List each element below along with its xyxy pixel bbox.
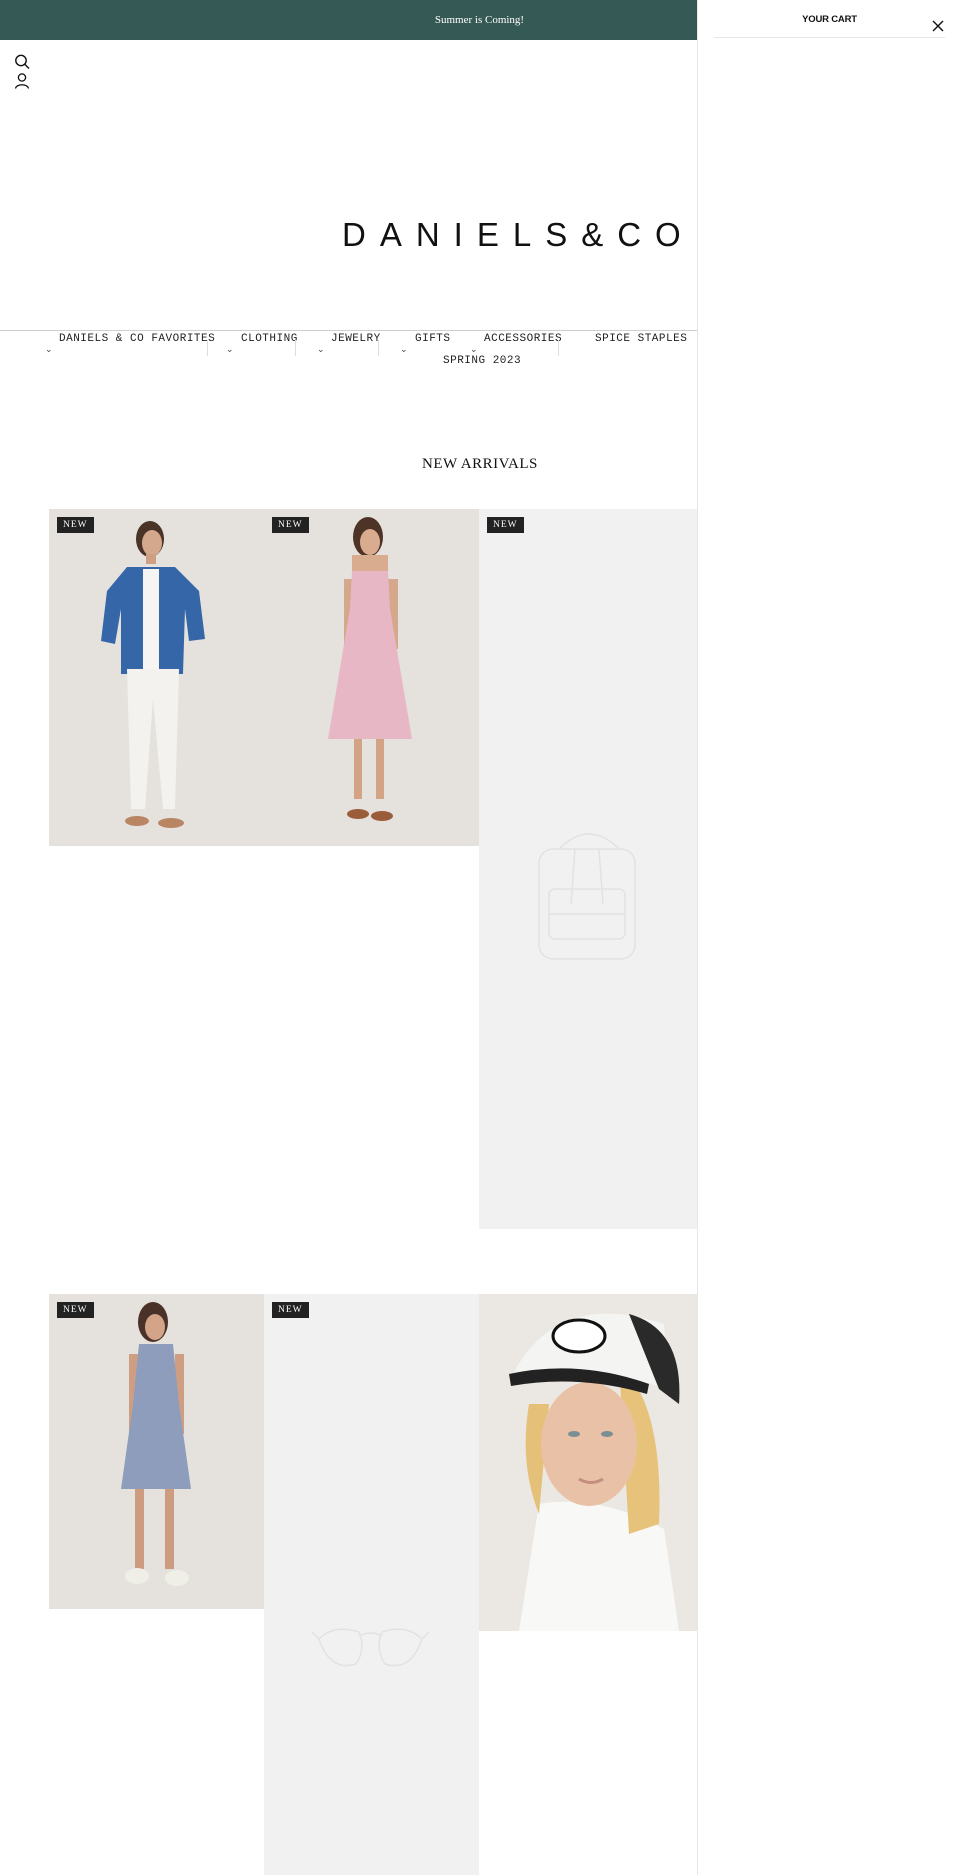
section-title: NEW ARRIVALS: [422, 456, 538, 472]
product-card[interactable]: NEW: [479, 509, 697, 1229]
nav-separator: [558, 340, 559, 356]
nav-item-spring-2023[interactable]: SPRING 2023: [443, 355, 521, 367]
nav-item-gifts[interactable]: GIFTS: [415, 333, 451, 345]
new-badge: NEW: [57, 1302, 94, 1318]
cart-title: YOUR CART: [802, 14, 857, 25]
nav-separator: [378, 340, 379, 356]
new-badge: NEW: [272, 517, 309, 533]
product-card[interactable]: NEW: [49, 1294, 264, 1609]
close-icon[interactable]: [931, 19, 945, 33]
chevron-down-icon[interactable]: ⌄: [45, 345, 53, 355]
account-icon[interactable]: [13, 72, 31, 90]
nav-item-accessories[interactable]: ACCESSORIES: [484, 333, 562, 345]
storefront-page: Summer is Coming! DANIELS&CO DANIELS & C…: [0, 0, 697, 1875]
sunglasses-placeholder-icon[interactable]: [264, 1294, 479, 1875]
announcement-text: Summer is Coming!: [434, 14, 525, 26]
product-card[interactable]: NEW: [49, 509, 264, 846]
nav-item-clothing[interactable]: CLOTHING: [241, 333, 298, 345]
nav-separator: [207, 340, 208, 356]
chevron-down-icon[interactable]: ⌄: [226, 345, 234, 355]
nav-item-jewelry[interactable]: JEWELRY: [331, 333, 381, 345]
backpack-placeholder-icon[interactable]: [479, 509, 697, 1229]
product-card[interactable]: [479, 1294, 697, 1631]
product-image[interactable]: [264, 509, 479, 846]
search-icon[interactable]: [13, 53, 31, 71]
nav-separator: [295, 340, 296, 356]
new-badge: NEW: [272, 1302, 309, 1318]
cart-drawer: YOUR CART: [697, 0, 960, 1875]
chevron-down-icon[interactable]: ⌄: [470, 345, 478, 355]
new-badge: NEW: [487, 517, 524, 533]
chevron-down-icon[interactable]: ⌄: [400, 345, 408, 355]
new-badge: NEW: [57, 517, 94, 533]
chevron-down-icon[interactable]: ⌄: [317, 345, 325, 355]
nav-item-spice-staples[interactable]: SPICE STAPLES: [595, 333, 687, 345]
store-logo[interactable]: DANIELS&CO: [342, 216, 695, 254]
nav-item-daniels-co-favorites[interactable]: DANIELS & CO FAVORITES: [59, 333, 215, 345]
product-card[interactable]: NEW: [264, 509, 479, 846]
product-image[interactable]: [49, 509, 264, 846]
nav-divider: [0, 330, 697, 331]
product-image[interactable]: [49, 1294, 264, 1609]
product-image[interactable]: [479, 1294, 697, 1631]
cart-divider: [714, 37, 945, 38]
announcement-bar: Summer is Coming!: [0, 0, 697, 40]
product-card[interactable]: NEW: [264, 1294, 479, 1875]
